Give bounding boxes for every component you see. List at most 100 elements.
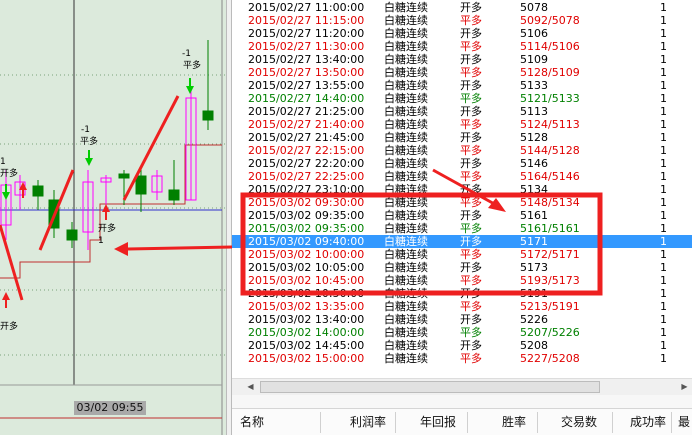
col-header-last[interactable]: 最 bbox=[678, 414, 690, 431]
col-header-trades[interactable]: 交易数 bbox=[561, 414, 597, 431]
trade-time: 2015/02/27 11:20:00 bbox=[248, 27, 365, 40]
trade-price: 5207/5226 bbox=[520, 326, 580, 339]
trade-time: 2015/03/02 10:45:00 bbox=[248, 274, 365, 287]
trade-action: 平多 bbox=[460, 352, 482, 365]
column-divider[interactable] bbox=[537, 412, 538, 433]
trade-action: 开多 bbox=[460, 339, 482, 352]
horizontal-scrollbar[interactable]: ◀ ▶ bbox=[232, 378, 692, 395]
trade-symbol: 白糖连续 bbox=[384, 183, 428, 196]
column-divider[interactable] bbox=[467, 412, 468, 433]
trade-symbol: 白糖连续 bbox=[384, 27, 428, 40]
column-divider[interactable] bbox=[395, 412, 396, 433]
trade-time: 2015/02/27 21:25:00 bbox=[248, 105, 365, 118]
trade-qty: 1 bbox=[660, 183, 667, 196]
trade-row[interactable]: 2015/02/27 22:25:00 白糖连续 平多 5164/5146 1 bbox=[232, 170, 692, 183]
trade-row[interactable]: 2015/03/02 10:50:00 白糖连续 开多 5191 1 bbox=[232, 287, 692, 300]
trade-row[interactable]: 2015/03/02 13:40:00 白糖连续 开多 5226 1 bbox=[232, 313, 692, 326]
trade-symbol: 白糖连续 bbox=[384, 339, 428, 352]
kline-chart[interactable]: -1 平多 -1 平多 开多 1 1 开多 开多 03/02 09:55 bbox=[0, 0, 230, 435]
trade-time: 2015/03/02 09:40:00 bbox=[248, 235, 365, 248]
trade-row[interactable]: 2015/03/02 10:05:00 白糖连续 开多 5173 1 bbox=[232, 261, 692, 274]
trade-row[interactable]: 2015/02/27 11:30:00 白糖连续 平多 5114/5106 1 bbox=[232, 40, 692, 53]
trade-row[interactable]: 2015/02/27 21:40:00 白糖连续 平多 5124/5113 1 bbox=[232, 118, 692, 131]
scroll-right-icon[interactable]: ▶ bbox=[680, 382, 689, 392]
trade-time: 2015/02/27 21:40:00 bbox=[248, 118, 365, 131]
trade-qty: 1 bbox=[660, 196, 667, 209]
trade-list[interactable]: 2015/02/27 11:00:00 白糖连续 开多 5078 1 2015/02/27… bbox=[232, 0, 692, 378]
scrollbar-thumb[interactable] bbox=[260, 381, 600, 393]
trade-row[interactable]: 2015/02/27 11:15:00 白糖连续 平多 5092/5078 1 bbox=[232, 14, 692, 27]
trade-action: 开多 bbox=[460, 261, 482, 274]
trade-action: 开多 bbox=[460, 209, 482, 222]
trade-row[interactable]: 2015/03/02 09:35:00 白糖连续 平多 5161/5161 1 bbox=[232, 222, 692, 235]
trade-time: 2015/02/27 22:15:00 bbox=[248, 144, 365, 157]
trade-row[interactable]: 2015/03/02 13:35:00 白糖连续 平多 5213/5191 1 bbox=[232, 300, 692, 313]
trade-qty: 1 bbox=[660, 222, 667, 235]
candle-body bbox=[202, 110, 214, 121]
trade-qty: 1 bbox=[660, 248, 667, 261]
signal-action-label: 开多 bbox=[98, 224, 117, 234]
trade-symbol: 白糖连续 bbox=[384, 118, 428, 131]
column-divider[interactable] bbox=[320, 412, 321, 433]
trade-qty: 1 bbox=[660, 131, 667, 144]
trade-row[interactable]: 2015/02/27 22:15:00 白糖连续 平多 5144/5128 1 bbox=[232, 144, 692, 157]
signal-qty-label: 1 bbox=[98, 236, 104, 246]
trade-symbol: 白糖连续 bbox=[384, 170, 428, 183]
trade-qty: 1 bbox=[660, 1, 667, 14]
trade-row[interactable]: 2015/03/02 14:00:00 白糖连续 平多 5207/5226 1 bbox=[232, 326, 692, 339]
trade-symbol: 白糖连续 bbox=[384, 53, 428, 66]
trade-row[interactable]: 2015/02/27 13:40:00 白糖连续 开多 5109 1 bbox=[232, 53, 692, 66]
col-header-profit-rate[interactable]: 利润率 bbox=[350, 414, 386, 431]
column-divider[interactable] bbox=[612, 412, 613, 433]
trade-row[interactable]: 2015/02/27 13:55:00 白糖连续 开多 5133 1 bbox=[232, 79, 692, 92]
column-divider[interactable] bbox=[671, 412, 672, 433]
trade-row[interactable]: 2015/03/02 09:30:00 白糖连续 平多 5148/5134 1 bbox=[232, 196, 692, 209]
trade-qty: 1 bbox=[660, 27, 667, 40]
trade-qty: 1 bbox=[660, 40, 667, 53]
trade-price: 5092/5078 bbox=[520, 14, 580, 27]
trade-action: 平多 bbox=[460, 144, 482, 157]
trade-time: 2015/02/27 22:25:00 bbox=[248, 170, 365, 183]
trade-price: 5193/5173 bbox=[520, 274, 580, 287]
trade-qty: 1 bbox=[660, 118, 667, 131]
trade-symbol: 白糖连续 bbox=[384, 209, 428, 222]
trade-symbol: 白糖连续 bbox=[384, 92, 428, 105]
trade-action: 开多 bbox=[460, 313, 482, 326]
stop-line bbox=[0, 144, 222, 279]
col-header-annual-return[interactable]: 年回报 bbox=[420, 414, 456, 431]
trade-time: 2015/02/27 21:45:00 bbox=[248, 131, 365, 144]
trade-time: 2015/02/27 11:30:00 bbox=[248, 40, 365, 53]
trade-symbol: 白糖连续 bbox=[384, 326, 428, 339]
col-header-success-rate[interactable]: 成功率 bbox=[630, 414, 666, 431]
scroll-left-icon[interactable]: ◀ bbox=[246, 382, 255, 392]
trade-row[interactable]: 2015/02/27 21:45:00 白糖连续 开多 5128 1 bbox=[232, 131, 692, 144]
trade-symbol: 白糖连续 bbox=[384, 40, 428, 53]
trade-symbol: 白糖连续 bbox=[384, 105, 428, 118]
trade-action: 开多 bbox=[460, 287, 482, 300]
trade-row[interactable]: 2015/03/02 09:35:00 白糖连续 开多 5161 1 bbox=[232, 209, 692, 222]
trade-row[interactable]: 2015/03/02 14:45:00 白糖连续 开多 5208 1 bbox=[232, 339, 692, 352]
signal-up-arrow-icon bbox=[2, 292, 10, 300]
trade-row[interactable]: 2015/02/27 13:50:00 白糖连续 平多 5128/5109 1 bbox=[232, 66, 692, 79]
trade-time: 2015/03/02 14:00:00 bbox=[248, 326, 365, 339]
trade-row[interactable]: 2015/02/27 14:40:00 白糖连续 平多 5121/5133 1 bbox=[232, 92, 692, 105]
trade-action: 平多 bbox=[460, 14, 482, 27]
trade-row[interactable]: 2015/02/27 11:20:00 白糖连续 开多 5106 1 bbox=[232, 27, 692, 40]
trade-qty: 1 bbox=[660, 170, 667, 183]
trade-row[interactable]: 2015/02/27 11:00:00 白糖连续 开多 5078 1 bbox=[232, 1, 692, 14]
trade-action: 平多 bbox=[460, 66, 482, 79]
col-header-name[interactable]: 名称 bbox=[240, 414, 264, 431]
trade-price: 5161 bbox=[520, 209, 548, 222]
col-header-win-rate[interactable]: 胜率 bbox=[502, 414, 526, 431]
panel-gap bbox=[232, 395, 692, 408]
trade-price: 5106 bbox=[520, 27, 548, 40]
trade-price: 5164/5146 bbox=[520, 170, 580, 183]
trade-row[interactable]: 2015/03/02 15:00:00 白糖连续 平多 5227/5208 1 bbox=[232, 352, 692, 365]
trade-row[interactable]: 2015/03/02 09:40:00 白糖连续 开多 5171 1 bbox=[232, 235, 692, 248]
trade-row[interactable]: 2015/03/02 10:45:00 白糖连续 平多 5193/5173 1 bbox=[232, 274, 692, 287]
trade-row[interactable]: 2015/02/27 22:20:00 白糖连续 开多 5146 1 bbox=[232, 157, 692, 170]
trade-row[interactable]: 2015/02/27 23:10:00 白糖连续 开多 5134 1 bbox=[232, 183, 692, 196]
trade-qty: 1 bbox=[660, 300, 667, 313]
trade-row[interactable]: 2015/03/02 10:00:00 白糖连续 平多 5172/5171 1 bbox=[232, 248, 692, 261]
trade-row[interactable]: 2015/02/27 21:25:00 白糖连续 开多 5113 1 bbox=[232, 105, 692, 118]
